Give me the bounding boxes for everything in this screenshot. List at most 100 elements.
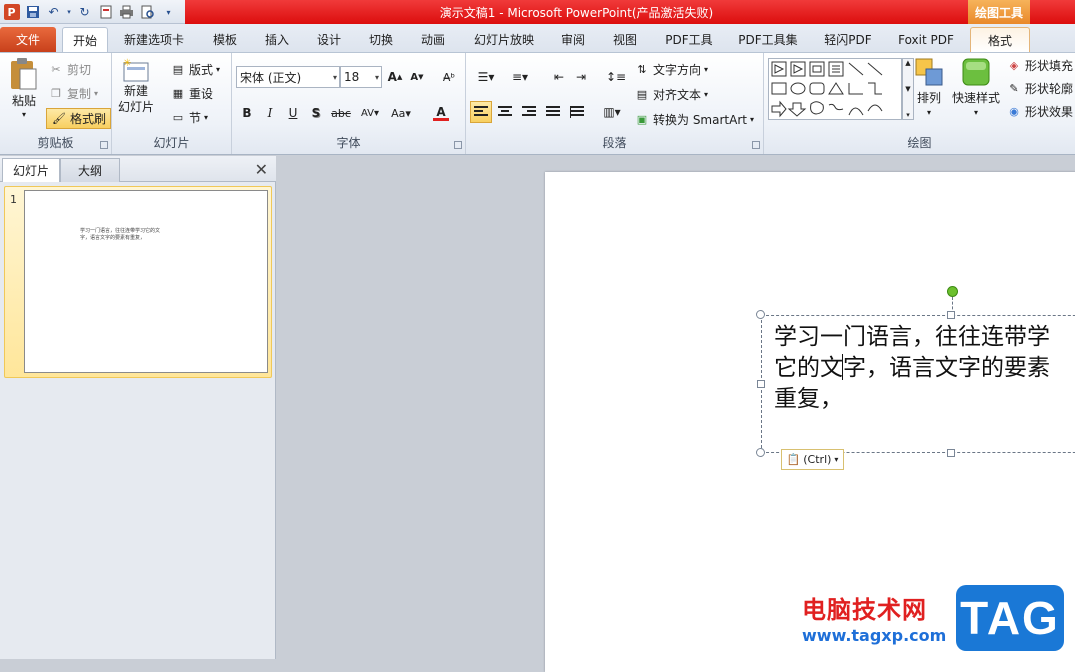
ribbon: 粘贴 ▾ ✂ 剪切 ❐ 复制 ▾ 🖌 格式刷 剪贴板 ✳ 新建 幻灯片 ▤ 版式 ▾ ▦ 重设… [0, 52, 1075, 155]
clear-formatting-icon[interactable]: A̶ᵇ [438, 66, 460, 88]
tab-pdf-toolset[interactable]: PDF工具集 [728, 27, 808, 52]
line-spacing-icon[interactable]: ↕≡ [602, 66, 630, 88]
tab-foxit-pdf[interactable]: Foxit PDF [888, 27, 964, 52]
print-preview-icon[interactable] [138, 3, 157, 22]
window-title: 演示文稿1 - Microsoft PowerPoint(产品激活失败) [185, 0, 968, 24]
resize-handle-bottom-left[interactable] [756, 448, 765, 457]
shadow-icon[interactable]: S [305, 102, 327, 124]
change-case-icon[interactable]: Aa▾ [388, 102, 414, 124]
tab-template[interactable]: 模板 [200, 27, 250, 52]
reset-button[interactable]: ▦ 重设 [170, 85, 213, 102]
new-document-icon[interactable] [96, 3, 115, 22]
shape-fill-button[interactable]: ◈ 形状填充 [1006, 57, 1073, 74]
underline-icon[interactable]: U [282, 102, 304, 124]
text-placeholder[interactable]: 学习一门语言，往往连带学 它的文字，语言文字的要素 重复， [761, 315, 1075, 453]
tab-format[interactable]: 格式 [970, 27, 1030, 52]
tab-slides[interactable]: 幻灯片 [2, 158, 60, 182]
tab-pdf-tools[interactable]: PDF工具 [654, 27, 724, 52]
rotation-handle[interactable] [947, 286, 958, 297]
shape-outline-button[interactable]: ✎ 形状轮廓 [1006, 80, 1073, 97]
shrink-font-icon[interactable]: A ▼ [406, 66, 428, 88]
bullets-icon[interactable]: ☰▾ [472, 66, 500, 88]
thumbnail-text: 学习一门语言，往往连带学习它的文字，语言文字的要素有重复， [80, 228, 161, 241]
paste-button[interactable]: 粘贴 ▾ [8, 57, 40, 119]
app-icon[interactable]: P [2, 3, 21, 22]
new-slide-button[interactable]: ✳ 新建 幻灯片 [118, 57, 154, 115]
resize-handle-top-left[interactable] [756, 310, 765, 319]
paste-options-button[interactable]: 📋 (Ctrl) ▾ [781, 449, 844, 470]
tab-new-tab[interactable]: 新建选项卡 [114, 27, 194, 52]
align-center-icon[interactable] [494, 101, 516, 123]
cut-button[interactable]: ✂ 剪切 [48, 61, 91, 78]
italic-icon[interactable]: I [259, 102, 281, 124]
save-icon[interactable] [23, 3, 42, 22]
tab-review[interactable]: 审阅 [548, 27, 598, 52]
increase-indent-icon[interactable]: ⇥ [570, 66, 592, 88]
layout-button[interactable]: ▤ 版式 ▾ [170, 61, 220, 78]
tab-light-pdf[interactable]: 轻闪PDF [812, 27, 884, 52]
shapes-icon [771, 61, 883, 118]
tab-home[interactable]: 开始 [62, 27, 108, 52]
character-spacing-icon[interactable]: AV▾ [356, 102, 384, 124]
slide-thumbnail-selected[interactable]: 1 学习一门语言，往往连带学习它的文字，语言文字的要素有重复， [4, 186, 272, 378]
columns-icon[interactable]: ▥▾ [598, 101, 626, 123]
dialog-launcher-icon[interactable] [454, 141, 462, 149]
decrease-indent-icon[interactable]: ⇤ [548, 66, 570, 88]
undo-dropdown-icon[interactable]: ▾ [65, 3, 73, 22]
dialog-launcher-icon[interactable] [100, 141, 108, 149]
font-size-combo[interactable]: 18 ▾ [340, 66, 382, 88]
align-left-icon[interactable] [470, 101, 492, 123]
format-painter-button[interactable]: 🖌 格式刷 [46, 108, 112, 129]
strikethrough-icon[interactable]: abc [328, 102, 354, 124]
resize-handle-top[interactable] [947, 311, 955, 319]
justify-icon[interactable] [542, 101, 564, 123]
slide-thumbnail[interactable]: 学习一门语言，往往连带学习它的文字，语言文字的要素有重复， [24, 190, 268, 373]
grow-font-icon[interactable]: A ▲ [384, 66, 406, 88]
arrange-button[interactable]: 排列 ▾ [914, 57, 944, 117]
copy-button[interactable]: ❐ 复制 ▾ [48, 85, 98, 102]
resize-handle-left[interactable] [757, 380, 765, 388]
align-right-icon[interactable] [518, 101, 540, 123]
text-direction-button[interactable]: ⇅ 文字方向 ▾ [634, 61, 708, 78]
tab-insert[interactable]: 插入 [252, 27, 302, 52]
paragraph-group: ☰▾ ≡▾ ⇤ ⇥ ↕≡ ▥▾ ⇅ 文字方向 ▾ ▤ 对齐文本 ▾ ▣ 转换为 Smart… [466, 53, 764, 154]
font-name-combo[interactable]: 宋体 (正文) ▾ [236, 66, 340, 88]
bold-icon[interactable]: B [236, 102, 258, 124]
shapes-gallery[interactable] [768, 58, 902, 120]
align-text-button[interactable]: ▤ 对齐文本 ▾ [634, 86, 708, 103]
font-name-value: 宋体 (正文) [240, 70, 302, 85]
tab-animations[interactable]: 动画 [408, 27, 458, 52]
redo-icon[interactable]: ↻ [75, 3, 94, 22]
chevron-down-icon: ▾ [374, 72, 379, 82]
customize-qat-icon[interactable]: ▾ [159, 3, 178, 22]
numbering-icon[interactable]: ≡▾ [506, 66, 534, 88]
convert-smartart-button[interactable]: ▣ 转换为 SmartArt ▾ [634, 111, 754, 128]
resize-handle-bottom[interactable] [947, 449, 955, 457]
font-color-icon[interactable]: A [426, 102, 456, 124]
watermark-logo: TAG [956, 585, 1064, 651]
dialog-launcher-icon[interactable] [752, 141, 760, 149]
close-icon[interactable]: ✕ [255, 160, 268, 179]
tab-transitions[interactable]: 切换 [356, 27, 406, 52]
paste-label: 粘贴 [11, 94, 36, 108]
undo-icon[interactable]: ↶ [44, 3, 63, 22]
slide-body-text[interactable]: 学习一门语言，往往连带学 它的文字，语言文字的要素 重复， [774, 322, 1075, 415]
align-text-icon: ▤ [636, 88, 648, 101]
print-icon[interactable] [117, 3, 136, 22]
shape-effects-button[interactable]: ◉ 形状效果 [1006, 103, 1073, 120]
distributed-icon[interactable] [566, 101, 588, 123]
tab-view[interactable]: 视图 [600, 27, 650, 52]
quick-styles-button[interactable]: 快速样式 ▾ [952, 57, 1000, 117]
shapes-gallery-scroll[interactable]: ▲ ▼ ▾ [902, 58, 914, 120]
tab-design[interactable]: 设计 [304, 27, 354, 52]
slide-editing-area[interactable]: 学习一门语言，往往连带学 它的文字，语言文字的要素 重复， 📋 (Ctrl) ▾ [277, 156, 1075, 672]
effects-icon: ◉ [1009, 105, 1019, 118]
section-label: 节 [189, 111, 202, 125]
shape-effects-label: 形状效果 [1025, 105, 1074, 119]
section-button[interactable]: ▭ 节 ▾ [170, 109, 208, 126]
slides-pane: 幻灯片 大纲 ✕ 1 学习一门语言，往往连带学习它的文字，语言文字的要素有重复， [0, 156, 276, 659]
tab-slideshow[interactable]: 幻灯片放映 [462, 27, 546, 52]
tab-outline[interactable]: 大纲 [60, 158, 120, 182]
tab-file[interactable]: 文件 [0, 27, 56, 52]
smartart-icon: ▣ [636, 113, 648, 126]
